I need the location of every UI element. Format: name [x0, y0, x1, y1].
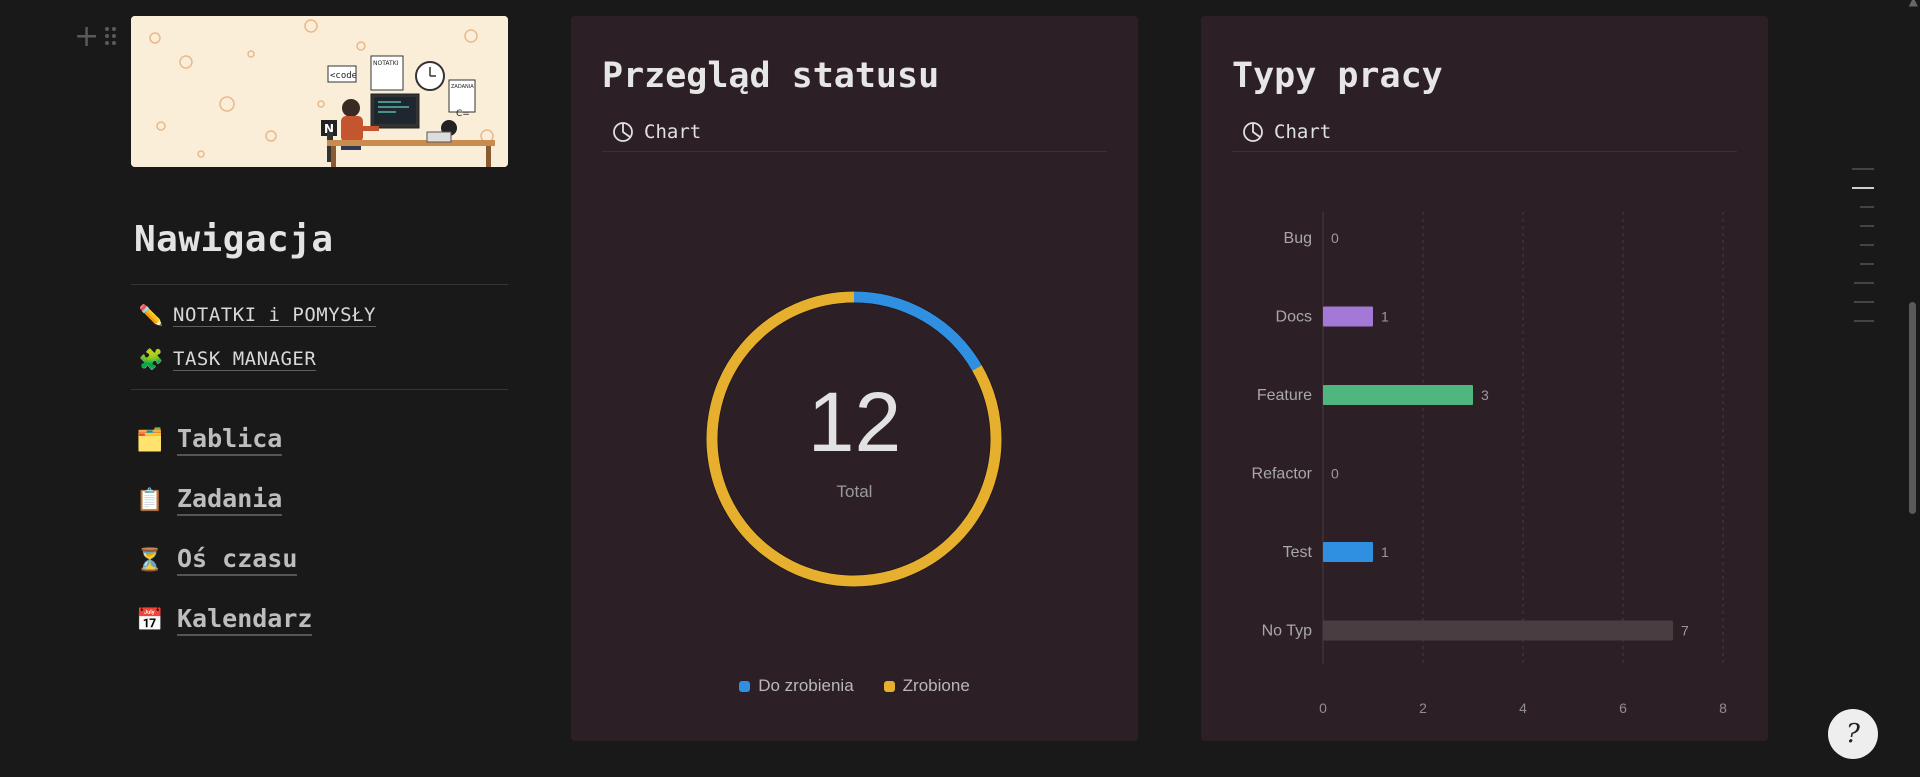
link-task-manager[interactable]: 🧩 TASK MANAGER: [131, 337, 508, 381]
cover-notes-label: NOTATKI: [373, 60, 399, 67]
donut-chart: 12 Total: [571, 166, 1138, 646]
view-tab-label[interactable]: Chart: [644, 121, 701, 143]
bar-value-label: 3: [1481, 387, 1489, 403]
legend-swatch: [883, 680, 895, 692]
x-tick-label: 4: [1519, 700, 1527, 716]
clipboard-icon: 📋: [136, 487, 164, 513]
pencil-icon: ✏️: [138, 303, 164, 327]
puzzle-icon: 🧩: [138, 347, 164, 371]
bar-value-label: 0: [1331, 466, 1339, 482]
y-category-label: No Typ: [1262, 623, 1313, 640]
status-card-title: Przegląd statusu: [602, 56, 940, 96]
page-link-kalendarz[interactable]: 📅 Kalendarz: [131, 590, 508, 650]
add-block-icon[interactable]: +: [74, 22, 99, 52]
page-list: 🗂️ Tablica 📋 Zadania ⏳ Oś czasu 📅 Kalend…: [131, 390, 508, 650]
x-tick-label: 6: [1619, 700, 1627, 716]
status-chart-view-tab[interactable]: Chart: [602, 112, 701, 152]
pie-chart-icon: [613, 122, 633, 142]
y-category-label: Refactor: [1252, 466, 1313, 483]
help-icon: ?: [1846, 719, 1860, 749]
legend-swatch: [739, 680, 751, 692]
donut-slice-do-zrobienia[interactable]: [853, 291, 982, 371]
hourglass-icon: ⏳: [136, 547, 164, 573]
divider: [1232, 151, 1737, 152]
help-button[interactable]: ?: [1828, 709, 1878, 759]
types-card-title: Typy pracy: [1232, 56, 1443, 96]
link-notatki[interactable]: ✏️ NOTATKI i POMYSŁY: [131, 293, 508, 337]
page-link-label[interactable]: Kalendarz: [177, 604, 313, 636]
view-tab-label[interactable]: Chart: [1274, 121, 1331, 143]
page-link-label[interactable]: Oś czasu: [177, 544, 298, 576]
cover-image: <code NOTATKI ZADANIA N C=: [131, 16, 508, 167]
bar-docs[interactable]: [1323, 306, 1373, 327]
legend-label: Do zrobienia: [758, 676, 854, 695]
donut-total-value: 12: [807, 375, 902, 469]
table-of-contents-minimap[interactable]: [1852, 168, 1874, 339]
folder-icon: 🗂️: [136, 427, 164, 453]
link-label[interactable]: TASK MANAGER: [173, 348, 317, 371]
legend-item-do-zrobienia[interactable]: Do zrobienia: [739, 676, 854, 696]
cover-tasks-label: ZADANIA: [451, 84, 474, 90]
page-link-tablica[interactable]: 🗂️ Tablica: [131, 410, 508, 470]
pie-chart-icon: [1243, 122, 1263, 142]
status-chart-card: Przegląd statusu Chart 12 Total Do zrobi…: [571, 16, 1138, 741]
page-link-label[interactable]: Zadania: [177, 484, 283, 516]
bar-no-typ[interactable]: [1323, 620, 1673, 641]
page-link-label[interactable]: Tablica: [177, 424, 283, 456]
divider: [602, 151, 1107, 152]
x-tick-label: 8: [1719, 700, 1727, 716]
svg-text:C=: C=: [456, 109, 470, 119]
bar-value-label: 0: [1331, 230, 1339, 246]
legend-item-zrobione[interactable]: Zrobione: [883, 676, 970, 696]
y-category-label: Feature: [1257, 387, 1312, 404]
y-category-label: Test: [1283, 544, 1313, 561]
page-link-os-czasu[interactable]: ⏳ Oś czasu: [131, 530, 508, 590]
caret-up-icon: ▲: [1908, 0, 1918, 8]
x-tick-label: 0: [1319, 700, 1327, 716]
y-category-label: Docs: [1276, 309, 1312, 326]
x-tick-label: 2: [1419, 700, 1427, 716]
scrollbar-thumb[interactable]: [1909, 302, 1916, 514]
donut-total-label: Total: [836, 482, 873, 501]
link-label[interactable]: NOTATKI i POMYSŁY: [173, 304, 376, 327]
types-chart-card: Typy pracy Chart 0 2 4 6 8 Bug 0 Docs 1 Feature 3 R…: [1201, 16, 1768, 741]
bar-chart-svg: 0 2 4 6 8 Bug 0 Docs 1 Feature 3 Refactor 0 Test 1 No T…: [1252, 212, 1727, 716]
navigation-column: <code NOTATKI ZADANIA N C= Nawigacja ✏️ …: [131, 16, 508, 650]
legend-label: Zrobione: [902, 676, 970, 695]
bar-test[interactable]: [1323, 542, 1373, 562]
bar-value-label: 1: [1381, 544, 1389, 560]
navigation-heading: Nawigacja: [134, 219, 334, 260]
bar-feature[interactable]: [1323, 385, 1473, 405]
y-category-label: Bug: [1284, 230, 1312, 247]
cover-code-label: <code: [330, 71, 357, 81]
link-list: ✏️ NOTATKI i POMYSŁY 🧩 TASK MANAGER: [131, 285, 508, 389]
types-chart-view-tab[interactable]: Chart: [1232, 112, 1331, 152]
status-legend: Do zrobienia Zrobione: [571, 676, 1138, 696]
bar-value-label: 1: [1381, 309, 1389, 325]
drag-handle-icon[interactable]: [105, 27, 117, 47]
bar-value-label: 7: [1681, 623, 1689, 639]
calendar-icon: 📅: [136, 607, 164, 633]
block-handle[interactable]: +: [74, 22, 117, 52]
page-link-zadania[interactable]: 📋 Zadania: [131, 470, 508, 530]
